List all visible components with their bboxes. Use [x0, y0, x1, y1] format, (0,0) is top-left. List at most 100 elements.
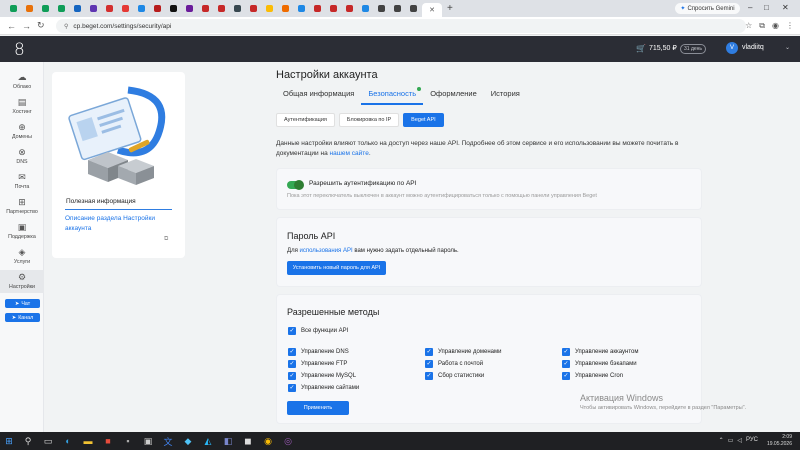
chat-button[interactable]: ➤ Чат	[5, 299, 40, 308]
extensions-icon[interactable]: ⧉	[759, 21, 765, 31]
docs-link[interactable]: нашем сайте	[330, 150, 369, 157]
sidebar-item-settings[interactable]: ⚙ Настройки	[0, 270, 44, 293]
browser-tab[interactable]	[230, 3, 245, 14]
checkbox-method[interactable]: ✓ Управление MySQL	[288, 372, 356, 380]
checkbox-method[interactable]: ✓ Управление сайтами	[288, 384, 359, 392]
bookmark-star-icon[interactable]: ☆	[745, 21, 752, 31]
menu-dots-icon[interactable]: ⋮	[786, 21, 794, 31]
browser-tab[interactable]	[326, 3, 341, 14]
checkbox-method[interactable]: ✓ Работа с почтой	[425, 360, 483, 368]
sidebar-item-partners[interactable]: ⊞ Партнерство	[0, 197, 44, 215]
network-icon[interactable]: ▭	[728, 437, 734, 444]
tab-history[interactable]: История	[484, 89, 527, 105]
cart-icon[interactable]: 🛒	[636, 44, 646, 53]
app-icon[interactable]: ▣	[138, 432, 158, 450]
checkbox-all-functions[interactable]: ✓ Все функции API	[288, 327, 348, 335]
checkbox-method[interactable]: ✓ Сбор статистики	[425, 372, 484, 380]
checkbox-method[interactable]: ✓ Управление бэкапами	[562, 360, 637, 368]
subtab-beget-api[interactable]: Beget API	[403, 113, 444, 127]
chrome-icon[interactable]: ◉	[258, 432, 278, 450]
browser-tab[interactable]	[86, 3, 101, 14]
app-icon[interactable]: ◼	[238, 432, 258, 450]
external-link-icon[interactable]: ⧉	[164, 236, 168, 243]
sidebar-item-services[interactable]: ◈ Услуги	[0, 247, 44, 265]
browser-tab[interactable]	[6, 3, 21, 14]
browser-tab[interactable]	[342, 3, 357, 14]
sidebar-item-hosting[interactable]: ▤ Хостинг	[0, 97, 44, 115]
url-field[interactable]: ⚲ cp.beget.com/settings/security/api	[56, 19, 746, 33]
sidebar-item-mail[interactable]: ✉ Почта	[0, 172, 44, 190]
channel-button[interactable]: ➤ Канал	[5, 313, 40, 322]
subtab-authentication[interactable]: Аутентификация	[276, 113, 335, 127]
checkbox-method[interactable]: ✓ Управление доменами	[425, 348, 501, 356]
browser-tab[interactable]	[54, 3, 69, 14]
browser-tab[interactable]	[246, 3, 261, 14]
browser-tab[interactable]	[358, 3, 373, 14]
browser-tab[interactable]	[102, 3, 117, 14]
sidebar-item-support[interactable]: ▣ Поддержка	[0, 222, 44, 240]
back-icon[interactable]: ←	[7, 21, 16, 31]
checkbox-method[interactable]: ✓ Управление аккаунтом	[562, 348, 638, 356]
browser-tab[interactable]	[214, 3, 229, 14]
set-api-password-button[interactable]: Установить новый пароль для API	[287, 261, 386, 275]
profile-icon[interactable]: ◉	[772, 21, 779, 31]
chevron-up-icon[interactable]: ⌃	[719, 437, 724, 444]
browser-tab[interactable]	[118, 3, 133, 14]
browser-tab[interactable]	[182, 3, 197, 14]
browser-tab[interactable]	[294, 3, 309, 14]
checkbox-method[interactable]: ✓ Управление DNS	[288, 348, 349, 356]
browser-tab[interactable]	[22, 3, 37, 14]
avatar[interactable]: V	[726, 42, 738, 54]
browser-tab[interactable]	[134, 3, 149, 14]
app-icon[interactable]: ◭	[198, 432, 218, 450]
browser-tab[interactable]	[150, 3, 165, 14]
tab-security[interactable]: Безопасность	[361, 87, 424, 105]
browser-tab[interactable]	[406, 3, 421, 14]
app-icon[interactable]: ◧	[218, 432, 238, 450]
checkbox-method[interactable]: ✓ Управление FTP	[288, 360, 347, 368]
balance[interactable]: 715,50 ₽	[649, 44, 677, 52]
browser-tab[interactable]: ✕	[422, 3, 442, 17]
task-view-icon[interactable]: ▭	[38, 432, 58, 450]
window-close-icon[interactable]: ✕	[782, 3, 789, 12]
browser-tab[interactable]	[390, 3, 405, 14]
browser-tab[interactable]	[310, 3, 325, 14]
username[interactable]: vladiitq	[742, 44, 764, 51]
sidebar-item-cloud[interactable]: ☁ Облако	[0, 72, 44, 90]
app-icon[interactable]: ■	[98, 432, 118, 450]
app-icon[interactable]: ▪	[118, 432, 138, 450]
app-icon[interactable]: ◆	[178, 432, 198, 450]
clock[interactable]: 2:09 19.05.2026	[767, 434, 792, 448]
browser-tab[interactable]	[278, 3, 293, 14]
browser-tab[interactable]	[38, 3, 53, 14]
search-icon[interactable]: ⚲	[18, 432, 38, 450]
translate-icon[interactable]: 文	[158, 432, 178, 450]
api-auth-toggle[interactable]	[287, 180, 304, 190]
api-usage-link[interactable]: использования API	[299, 248, 352, 254]
minimize-icon[interactable]: –	[748, 3, 752, 12]
checkbox-method[interactable]: ✓ Управление Cron	[562, 372, 623, 380]
browser-tab[interactable]	[198, 3, 213, 14]
maximize-icon[interactable]: □	[764, 3, 769, 12]
sidebar-item-dns[interactable]: ⊗ DNS	[0, 147, 44, 165]
forward-icon[interactable]: →	[22, 21, 31, 31]
tab-general[interactable]: Общая информация	[276, 89, 361, 105]
subtab-ip-block[interactable]: Блокировка по IP	[338, 113, 400, 127]
site-info-icon[interactable]: ⚲	[64, 23, 68, 30]
beget-logo[interactable]: 8	[14, 40, 25, 60]
browser-tab[interactable]	[374, 3, 389, 14]
browser-tab[interactable]	[166, 3, 181, 14]
edge-icon[interactable]: ◐	[58, 432, 78, 450]
app-icon[interactable]: ◎	[278, 432, 298, 450]
sidebar-item-domains[interactable]: ⊕ Домены	[0, 122, 44, 140]
info-link[interactable]: Описание раздела Настройки аккаунта	[65, 214, 165, 234]
volume-icon[interactable]: ◁	[737, 437, 742, 444]
reload-icon[interactable]: ↻	[37, 20, 45, 31]
ask-gemini-button[interactable]: ✦ Спросить Gemini	[675, 3, 740, 14]
new-tab-icon[interactable]: +	[447, 3, 453, 14]
explorer-icon[interactable]: ▬	[78, 432, 98, 450]
windows-start-icon[interactable]: ⊞	[0, 432, 18, 450]
browser-tab[interactable]	[262, 3, 277, 14]
chevron-down-icon[interactable]: ⌄	[785, 44, 790, 51]
browser-tab[interactable]	[70, 3, 85, 14]
